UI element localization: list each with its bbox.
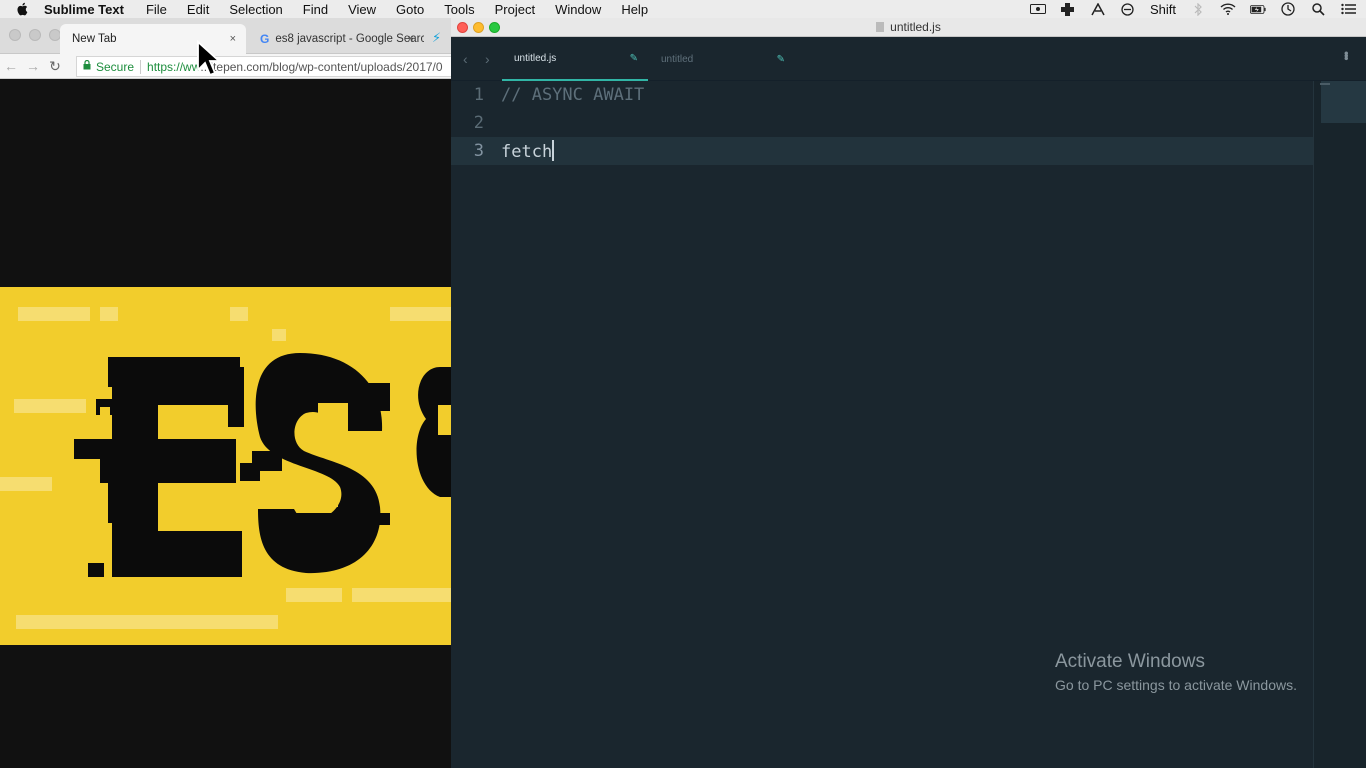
browser-minimize-button[interactable] xyxy=(29,29,41,41)
plus-cross-icon[interactable] xyxy=(1060,2,1076,16)
address-bar[interactable]: Secure https://ww ...itepen.com/blog/wp-… xyxy=(76,56,452,77)
reload-icon[interactable]: ↻ xyxy=(44,58,66,75)
editor-tab-label: untitled xyxy=(661,53,694,65)
screen-record-icon[interactable] xyxy=(1029,2,1046,16)
line-number: 1 xyxy=(473,85,484,105)
tab-close-icon[interactable]: × xyxy=(408,33,414,45)
bluetooth-icon[interactable] xyxy=(1190,2,1206,16)
minimap-viewport[interactable] xyxy=(1321,81,1366,123)
code-line: 2 xyxy=(451,109,1313,137)
watermark-title: Activate Windows xyxy=(1055,651,1205,672)
modified-pencil-icon: ✎ xyxy=(776,53,785,65)
es8-glitch-artwork xyxy=(0,307,452,629)
activate-windows-watermark: Activate Windows Go to PC settings to ac… xyxy=(1055,651,1297,695)
browser-page-content xyxy=(0,80,452,768)
modified-pencil-icon: ✎ xyxy=(629,52,638,64)
browser-tab-title: New Tab xyxy=(72,33,117,45)
wifi-icon[interactable] xyxy=(1220,2,1236,16)
code-line-current: 3 fetch xyxy=(451,137,1313,165)
browser-tabstrip: New Tab × G es8 javascript - Google Sear… xyxy=(0,18,452,54)
browser-toolbar: ← → ↻ Secure https://ww ...itepen.com/bl… xyxy=(0,54,452,79)
mouse-cursor-icon xyxy=(197,40,220,77)
address-separator xyxy=(140,59,142,74)
browser-window: New Tab × G es8 javascript - Google Sear… xyxy=(0,18,452,768)
url-path: ...itepen.com/blog/wp-content/uploads/20… xyxy=(200,59,443,74)
browser-tab-title: es8 javascript - Google Searc xyxy=(275,33,424,45)
text-caret xyxy=(552,140,555,161)
menubar-status-area: Shift xyxy=(1029,0,1356,18)
window-title-text: untitled.js xyxy=(890,20,941,34)
spotlight-search-icon[interactable] xyxy=(1310,2,1326,16)
browser-window-controls xyxy=(9,29,61,41)
menu-selection[interactable]: Selection xyxy=(229,2,282,17)
menu-bar: Sublime Text File Edit Selection Find Vi… xyxy=(0,0,1366,18)
minimap[interactable] xyxy=(1313,81,1366,768)
menu-app-name[interactable]: Sublime Text xyxy=(44,2,124,17)
notification-center-icon[interactable] xyxy=(1340,2,1356,16)
clock-icon[interactable] xyxy=(1280,2,1296,16)
browser-tab-google-search[interactable]: G es8 javascript - Google Searc × xyxy=(248,24,424,54)
secure-label: Secure xyxy=(96,59,135,74)
menu-find[interactable]: Find xyxy=(303,2,328,17)
keyboard-modifier-status: Shift xyxy=(1149,1,1176,17)
tab-nav-right-icon[interactable]: › xyxy=(485,51,490,67)
sync-circle-icon[interactable] xyxy=(1120,2,1136,16)
lock-icon xyxy=(83,59,91,73)
more-options-icon[interactable]: ••• xyxy=(1339,51,1354,59)
menu-goto[interactable]: Goto xyxy=(396,2,424,17)
browser-close-button[interactable] xyxy=(9,29,21,41)
google-icon: G xyxy=(260,32,270,46)
editor-tab-untitled[interactable]: untitled ✎ xyxy=(649,37,795,81)
line-text-content: fetch xyxy=(501,142,553,162)
menu-file[interactable]: File xyxy=(146,2,167,17)
document-icon xyxy=(876,22,885,32)
menu-help[interactable]: Help xyxy=(621,2,648,17)
menu-project[interactable]: Project xyxy=(495,2,535,17)
line-text: // ASYNC AWAIT xyxy=(501,85,645,105)
sublime-window-title: untitled.js xyxy=(451,20,1366,34)
menu-tools[interactable]: Tools xyxy=(444,2,474,17)
minimap-line xyxy=(1320,83,1330,85)
tab-close-icon[interactable]: × xyxy=(230,33,236,45)
menu-window[interactable]: Window xyxy=(555,2,601,17)
back-arrow-icon[interactable]: ← xyxy=(0,58,22,74)
adobe-icon[interactable] xyxy=(1090,2,1106,16)
apple-icon[interactable] xyxy=(14,1,30,17)
es8-banner-image xyxy=(0,287,452,645)
sublime-titlebar: untitled.js xyxy=(451,18,1366,37)
menu-view[interactable]: View xyxy=(348,2,376,17)
url-protocol: https://ww xyxy=(147,59,201,74)
extension-tab-icon[interactable]: ⚡ xyxy=(432,30,444,45)
line-number: 3 xyxy=(473,141,484,161)
menu-edit[interactable]: Edit xyxy=(187,2,209,17)
battery-icon[interactable] xyxy=(1250,2,1266,16)
code-line: 1 // ASYNC AWAIT xyxy=(451,81,1313,109)
line-number: 2 xyxy=(473,113,484,133)
line-text: fetch xyxy=(501,140,555,162)
forward-arrow-icon[interactable]: → xyxy=(22,58,44,74)
watermark-subtitle: Go to PC settings to activate Windows. xyxy=(1055,677,1297,693)
editor-tab-label: untitled.js xyxy=(514,52,557,64)
editor-tab-untitled-js[interactable]: untitled.js ✎ xyxy=(502,37,648,81)
tab-nav-left-icon[interactable]: ‹ xyxy=(463,51,468,67)
sublime-tabbar: ‹ › untitled.js ✎ untitled ✎ ••• xyxy=(451,37,1366,81)
